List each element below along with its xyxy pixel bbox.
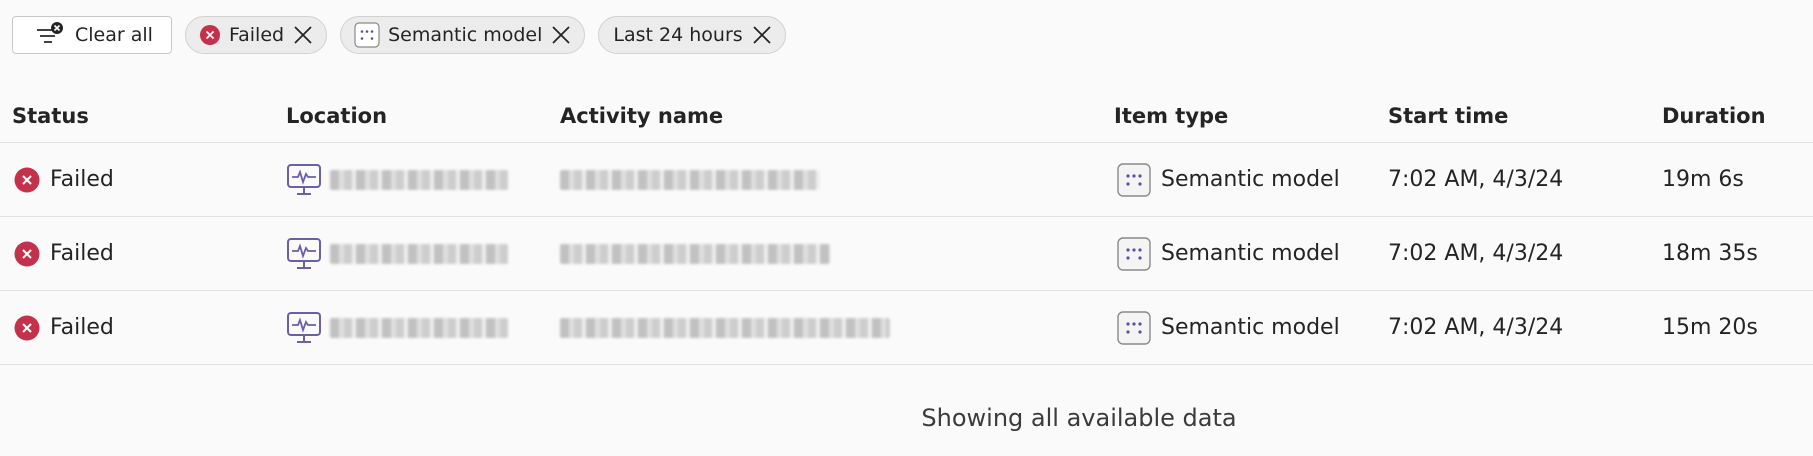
filter-bar: Clear all Failed Semantic model Last 24 …: [12, 16, 786, 54]
table-row[interactable]: Failed Semantic model 7:02 AM, 4/3/24 18…: [0, 217, 1813, 291]
semantic-model-icon: [1117, 162, 1151, 197]
duration-cell: 15m 20s: [1662, 315, 1758, 340]
duration-cell: 18m 35s: [1662, 241, 1758, 266]
status-cell: Failed: [14, 291, 114, 364]
workspace-monitor-icon: [287, 311, 321, 343]
workspace-monitor-icon: [287, 163, 321, 195]
start-time-cell: 7:02 AM, 4/3/24: [1388, 241, 1564, 266]
filter-chip-status[interactable]: Failed: [184, 16, 328, 54]
status-cell: Failed: [14, 217, 114, 290]
status-label: Failed: [50, 167, 114, 192]
column-header-activity-name[interactable]: Activity name: [560, 104, 723, 128]
status-label: Failed: [50, 241, 114, 266]
redacted-location: [330, 317, 508, 338]
table-row[interactable]: Failed Semantic model 7:02 AM, 4/3/24 19…: [0, 143, 1813, 217]
table-header: Status Location Activity name Item type …: [0, 94, 1813, 143]
close-icon[interactable]: [550, 24, 572, 46]
filter-chip-label: Failed: [228, 24, 285, 46]
workspace-monitor-icon: [287, 237, 321, 269]
filter-chip-time-range[interactable]: Last 24 hours: [598, 16, 786, 54]
semantic-model-icon: [354, 22, 380, 48]
redacted-activity-name: [560, 317, 890, 338]
start-time-cell: 7:02 AM, 4/3/24: [1388, 167, 1564, 192]
column-header-start-time[interactable]: Start time: [1388, 104, 1508, 128]
column-header-location[interactable]: Location: [286, 104, 387, 128]
filter-chip-label: Semantic model: [388, 24, 543, 46]
close-icon[interactable]: [292, 24, 314, 46]
status-failed-icon: [14, 167, 40, 192]
activity-name-cell[interactable]: [560, 217, 830, 290]
clear-filter-icon: [35, 21, 65, 49]
redacted-activity-name: [560, 243, 830, 264]
item-type-label: Semantic model: [1161, 315, 1340, 340]
activity-name-cell[interactable]: [560, 291, 890, 364]
start-time-cell: 7:02 AM, 4/3/24: [1388, 315, 1564, 340]
filter-chip-item-type[interactable]: Semantic model: [340, 16, 586, 54]
item-type-cell: Semantic model: [1117, 291, 1340, 364]
item-type-cell: Semantic model: [1117, 143, 1340, 216]
item-type-cell: Semantic model: [1117, 217, 1340, 290]
redacted-activity-name: [560, 169, 820, 190]
close-icon[interactable]: [751, 24, 773, 46]
item-type-label: Semantic model: [1161, 167, 1340, 192]
item-type-label: Semantic model: [1161, 241, 1340, 266]
location-cell: [286, 143, 508, 216]
column-header-item-type[interactable]: Item type: [1114, 104, 1228, 128]
clear-all-button[interactable]: Clear all: [12, 16, 172, 54]
redacted-location: [330, 169, 508, 190]
redacted-location: [330, 243, 508, 264]
filter-chip-label: Last 24 hours: [613, 24, 743, 46]
clear-all-label: Clear all: [75, 24, 153, 46]
status-failed-icon: [14, 315, 40, 340]
activity-name-cell[interactable]: [560, 143, 820, 216]
location-cell: [286, 291, 508, 364]
location-cell: [286, 217, 508, 290]
status-failed-icon: [199, 24, 221, 46]
column-header-duration[interactable]: Duration: [1662, 104, 1766, 128]
table-row[interactable]: Failed Semantic model 7:02 AM, 4/3/24 15…: [0, 291, 1813, 365]
status-cell: Failed: [14, 143, 114, 216]
semantic-model-icon: [1117, 236, 1151, 271]
semantic-model-icon: [1117, 310, 1151, 345]
duration-cell: 19m 6s: [1662, 167, 1744, 192]
status-label: Failed: [50, 315, 114, 340]
activity-table: Status Location Activity name Item type …: [0, 94, 1813, 365]
data-status-message: Showing all available data: [921, 404, 1237, 432]
status-failed-icon: [14, 241, 40, 266]
column-header-status[interactable]: Status: [12, 104, 89, 128]
